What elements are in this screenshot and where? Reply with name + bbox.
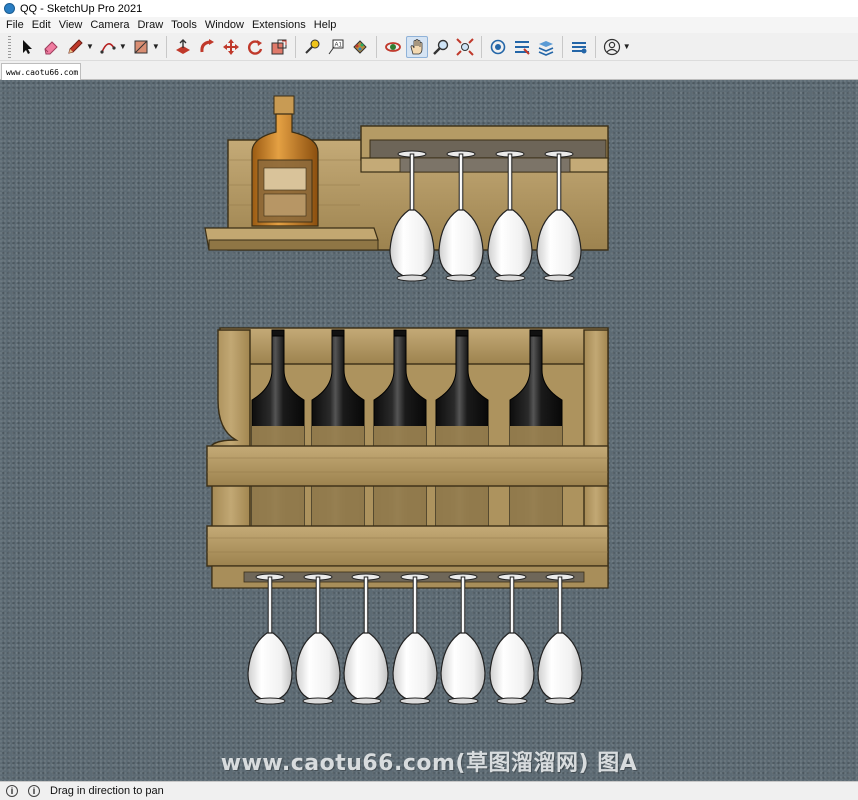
info-icon[interactable]: i: [28, 785, 40, 797]
push-pull-icon[interactable]: [172, 36, 194, 58]
menu-bar: File Edit View Camera Draw Tools Window …: [0, 17, 858, 33]
toolbar-separator: [594, 35, 596, 58]
menu-view[interactable]: View: [55, 19, 87, 31]
rectangle-icon[interactable]: [130, 36, 152, 58]
zoom-icon[interactable]: [430, 36, 452, 58]
main-toolbar: ▼ ▼ ▼ A1 ▼: [0, 33, 858, 61]
follow-me-icon[interactable]: [196, 36, 218, 58]
warehouse-icon[interactable]: [487, 36, 509, 58]
menu-draw[interactable]: Draw: [133, 19, 167, 31]
drawing-viewport[interactable]: www.caotu66.com(草图溜溜网) 图A: [0, 80, 858, 781]
lower-wine-glasses: [247, 573, 583, 705]
watermark-label: www.caotu66.com(草图溜溜网) 图A: [220, 751, 638, 776]
move-icon[interactable]: [220, 36, 242, 58]
menu-camera[interactable]: Camera: [86, 19, 133, 31]
account-dropdown-chevron-icon[interactable]: ▼: [623, 42, 631, 51]
sketchup-logo-icon: [4, 3, 15, 14]
menu-tools[interactable]: Tools: [167, 19, 201, 31]
svg-text:A1: A1: [334, 42, 342, 48]
status-bar: i i Drag in direction to pan: [0, 781, 858, 800]
scale-icon[interactable]: [268, 36, 290, 58]
menu-help[interactable]: Help: [310, 19, 341, 31]
tape-measure-icon[interactable]: [301, 36, 323, 58]
menu-extensions[interactable]: Extensions: [248, 19, 310, 31]
scene-tabs: www.caotu66.com: [0, 61, 858, 80]
whisky-bottle: [251, 95, 319, 227]
menu-edit[interactable]: Edit: [28, 19, 55, 31]
watermark-text: www.caotu66.com(草图溜溜网) 图A: [0, 745, 858, 777]
extension-warehouse-icon[interactable]: [511, 36, 533, 58]
eraser-icon[interactable]: [40, 36, 62, 58]
menu-file[interactable]: File: [2, 19, 28, 31]
trimble-connect-icon[interactable]: [568, 36, 590, 58]
pencil-dropdown-chevron-icon[interactable]: ▼: [86, 42, 94, 51]
paint-bucket-icon[interactable]: [349, 36, 371, 58]
menu-window[interactable]: Window: [201, 19, 248, 31]
rectangle-dropdown-chevron-icon[interactable]: ▼: [152, 42, 160, 51]
toolbar-separator: [165, 35, 167, 58]
toolbar-grip[interactable]: [8, 35, 11, 58]
geo-location-icon[interactable]: i: [6, 785, 18, 797]
title-bar: QQ - SketchUp Pro 2021: [0, 0, 858, 17]
toolbar-separator: [561, 35, 563, 58]
orbit-icon[interactable]: [382, 36, 404, 58]
text-icon[interactable]: A1: [325, 36, 347, 58]
status-message: Drag in direction to pan: [50, 785, 164, 797]
arc-dropdown-chevron-icon[interactable]: ▼: [119, 42, 127, 51]
toolbar-separator: [375, 35, 377, 58]
zoom-extents-icon[interactable]: [454, 36, 476, 58]
scene-tab[interactable]: www.caotu66.com: [1, 63, 81, 80]
select-icon[interactable]: [16, 36, 38, 58]
model-render: [204, 95, 609, 705]
rotate-icon[interactable]: [244, 36, 266, 58]
pan-icon[interactable]: [405, 35, 428, 58]
arc-icon[interactable]: [97, 36, 119, 58]
window-title: QQ - SketchUp Pro 2021: [20, 2, 143, 15]
toolbar-separator: [480, 35, 482, 58]
toolbar-separator: [294, 35, 296, 58]
account-icon[interactable]: [601, 36, 623, 58]
pencil-icon[interactable]: [64, 36, 86, 58]
layout-icon[interactable]: [535, 36, 557, 58]
